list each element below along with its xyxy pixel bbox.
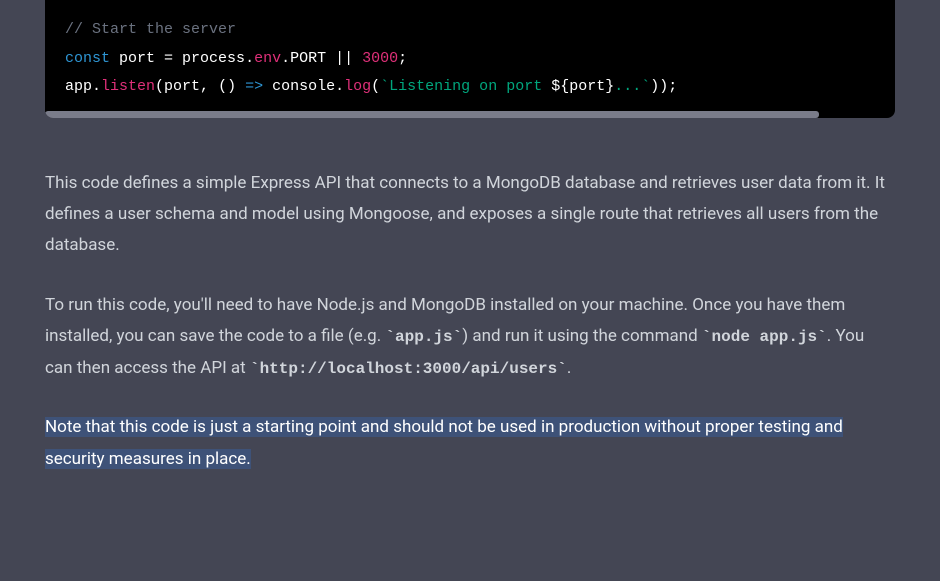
code-interpolation: ${port}	[551, 78, 614, 95]
code-content: // Start the server const port = process…	[65, 16, 875, 102]
inline-code: `http://localhost:3000/api/users`	[250, 360, 567, 378]
code-text: app	[65, 78, 92, 95]
code-text: ()	[218, 78, 236, 95]
inline-code: `node app.js`	[702, 328, 827, 346]
code-text: PORT ||	[290, 50, 362, 67]
code-text: =	[164, 50, 182, 67]
horizontal-scrollbar[interactable]	[45, 111, 819, 118]
code-string: `	[380, 78, 389, 95]
code-text: console	[272, 78, 335, 95]
code-text: .	[335, 78, 344, 95]
code-text: port	[110, 50, 164, 67]
inline-code: `app.js`	[385, 328, 462, 346]
code-block: // Start the server const port = process…	[45, 0, 895, 118]
paragraph-description: This code defines a simple Express API t…	[45, 168, 895, 262]
code-text: ;	[398, 50, 407, 67]
code-property: env	[254, 50, 281, 67]
code-method: log	[344, 78, 371, 95]
code-arrow: =>	[236, 78, 272, 95]
code-text: (port,	[155, 78, 218, 95]
code-text: .	[245, 50, 254, 67]
code-text: .	[92, 78, 101, 95]
code-string: Listening on port	[389, 78, 551, 95]
code-number: 3000	[362, 50, 398, 67]
code-string: `	[641, 78, 650, 95]
prose-content: This code defines a simple Express API t…	[45, 168, 895, 476]
text: .	[567, 358, 571, 378]
paragraph-note: Note that this code is just a starting p…	[45, 412, 895, 475]
code-text: .	[281, 50, 290, 67]
text: ) and run it using the command	[462, 326, 702, 346]
code-string: ...	[614, 78, 641, 95]
highlighted-text: Note that this code is just a starting p…	[45, 417, 843, 468]
paragraph-instructions: To run this code, you'll need to have No…	[45, 290, 895, 385]
code-text: (	[371, 78, 380, 95]
code-text: process	[182, 50, 245, 67]
code-comment: // Start the server	[65, 21, 236, 38]
code-method: listen	[101, 78, 155, 95]
code-text: ));	[650, 78, 677, 95]
code-keyword: const	[65, 50, 110, 67]
